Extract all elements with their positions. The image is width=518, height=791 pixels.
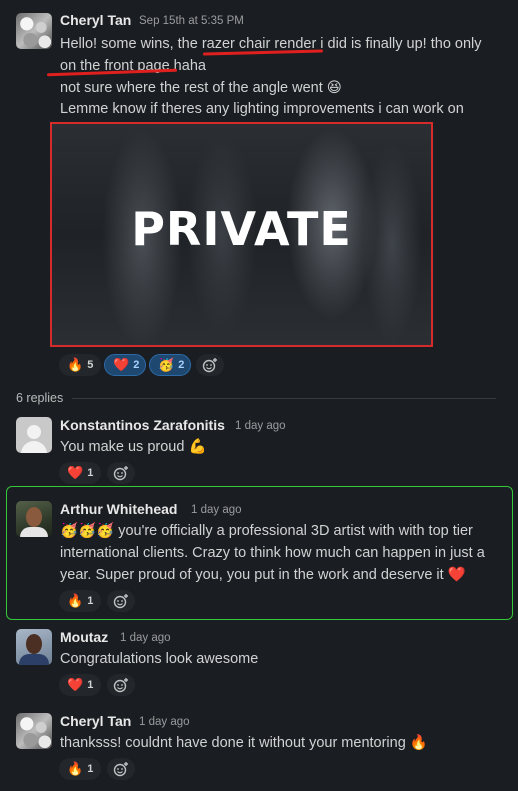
private-overlay-label: PRIVATE: [131, 202, 352, 256]
reaction-count: 1: [87, 679, 94, 691]
message-timestamp[interactable]: Sep 15th at 5:35 PM: [139, 15, 244, 27]
reaction-fire[interactable]: 🔥 1: [59, 590, 101, 612]
add-reaction-icon: [113, 594, 128, 609]
heart-icon: ❤️: [113, 357, 130, 372]
replies-count[interactable]: 6 replies: [16, 391, 63, 405]
message-timestamp[interactable]: 1 day ago: [235, 420, 286, 432]
reply-text: Congratulations look awesome: [60, 651, 259, 667]
avatar-cheryl-tan[interactable]: [16, 13, 52, 49]
reaction-count: 2: [178, 359, 185, 371]
author-name[interactable]: Arthur Whitehead: [60, 501, 177, 517]
avatar-moutaz[interactable]: [16, 629, 52, 665]
fire-icon: 🔥: [67, 593, 84, 608]
message-line-3: not sure where the rest of the angle wen…: [60, 80, 342, 96]
add-reaction-button[interactable]: [107, 674, 135, 696]
reply-text: thanksss! couldnt have done it without y…: [60, 735, 428, 751]
reaction-fire[interactable]: 🔥 1: [59, 758, 101, 780]
reaction-fire[interactable]: 🔥 5: [59, 354, 101, 376]
add-reaction-button[interactable]: [107, 462, 135, 484]
author-name[interactable]: Cheryl Tan: [60, 12, 131, 28]
message-timestamp[interactable]: 1 day ago: [120, 632, 171, 644]
author-name[interactable]: Cheryl Tan: [60, 713, 131, 729]
avatar-konstantinos[interactable]: [16, 417, 52, 453]
reaction-count: 1: [87, 763, 94, 775]
avatar-cheryl-tan[interactable]: [16, 713, 52, 749]
fire-icon: 🔥: [67, 761, 84, 776]
add-reaction-button[interactable]: [107, 590, 135, 612]
message-line-4: Lemme know if theres any lighting improv…: [60, 101, 464, 117]
reaction-count: 1: [87, 467, 94, 479]
avatar-arthur-whitehead[interactable]: [16, 501, 52, 537]
fire-icon: 🔥: [67, 357, 84, 372]
add-reaction-icon: [202, 358, 217, 373]
attached-image[interactable]: PRIVATE: [50, 122, 433, 347]
thread-divider: [72, 398, 496, 399]
add-reaction-icon: [113, 678, 128, 693]
reaction-heart[interactable]: ❤️ 2: [104, 354, 146, 376]
reaction-heart[interactable]: ❤️ 1: [59, 674, 101, 696]
message-timestamp[interactable]: 1 day ago: [139, 716, 190, 728]
reaction-heart[interactable]: ❤️ 1: [59, 462, 101, 484]
add-reaction-icon: [113, 762, 128, 777]
reply-text: You make us proud 💪: [60, 439, 207, 455]
reply-text-line-2: international clients. Crazy to think ho…: [60, 545, 485, 561]
slack-thread-view: Cheryl Tan Sep 15th at 5:35 PM Hello! so…: [0, 0, 518, 791]
heart-icon: ❤️: [67, 465, 84, 480]
party-face-icon: 🥳: [158, 357, 175, 372]
reaction-party[interactable]: 🥳 2: [149, 354, 191, 376]
reply-text-line-1: 🥳🥳🥳 you're officially a professional 3D …: [60, 523, 473, 539]
reaction-count: 1: [87, 595, 94, 607]
add-reaction-button[interactable]: [107, 758, 135, 780]
author-name[interactable]: Moutaz: [60, 629, 108, 645]
reply-text-line-3: year. Super proud of you, you put in the…: [60, 567, 466, 583]
reaction-count: 5: [87, 359, 94, 371]
heart-icon: ❤️: [67, 677, 84, 692]
add-reaction-button[interactable]: [196, 354, 224, 376]
add-reaction-icon: [113, 466, 128, 481]
author-name[interactable]: Konstantinos Zarafonitis: [60, 417, 225, 433]
reaction-count: 2: [133, 359, 140, 371]
message-timestamp[interactable]: 1 day ago: [191, 504, 242, 516]
